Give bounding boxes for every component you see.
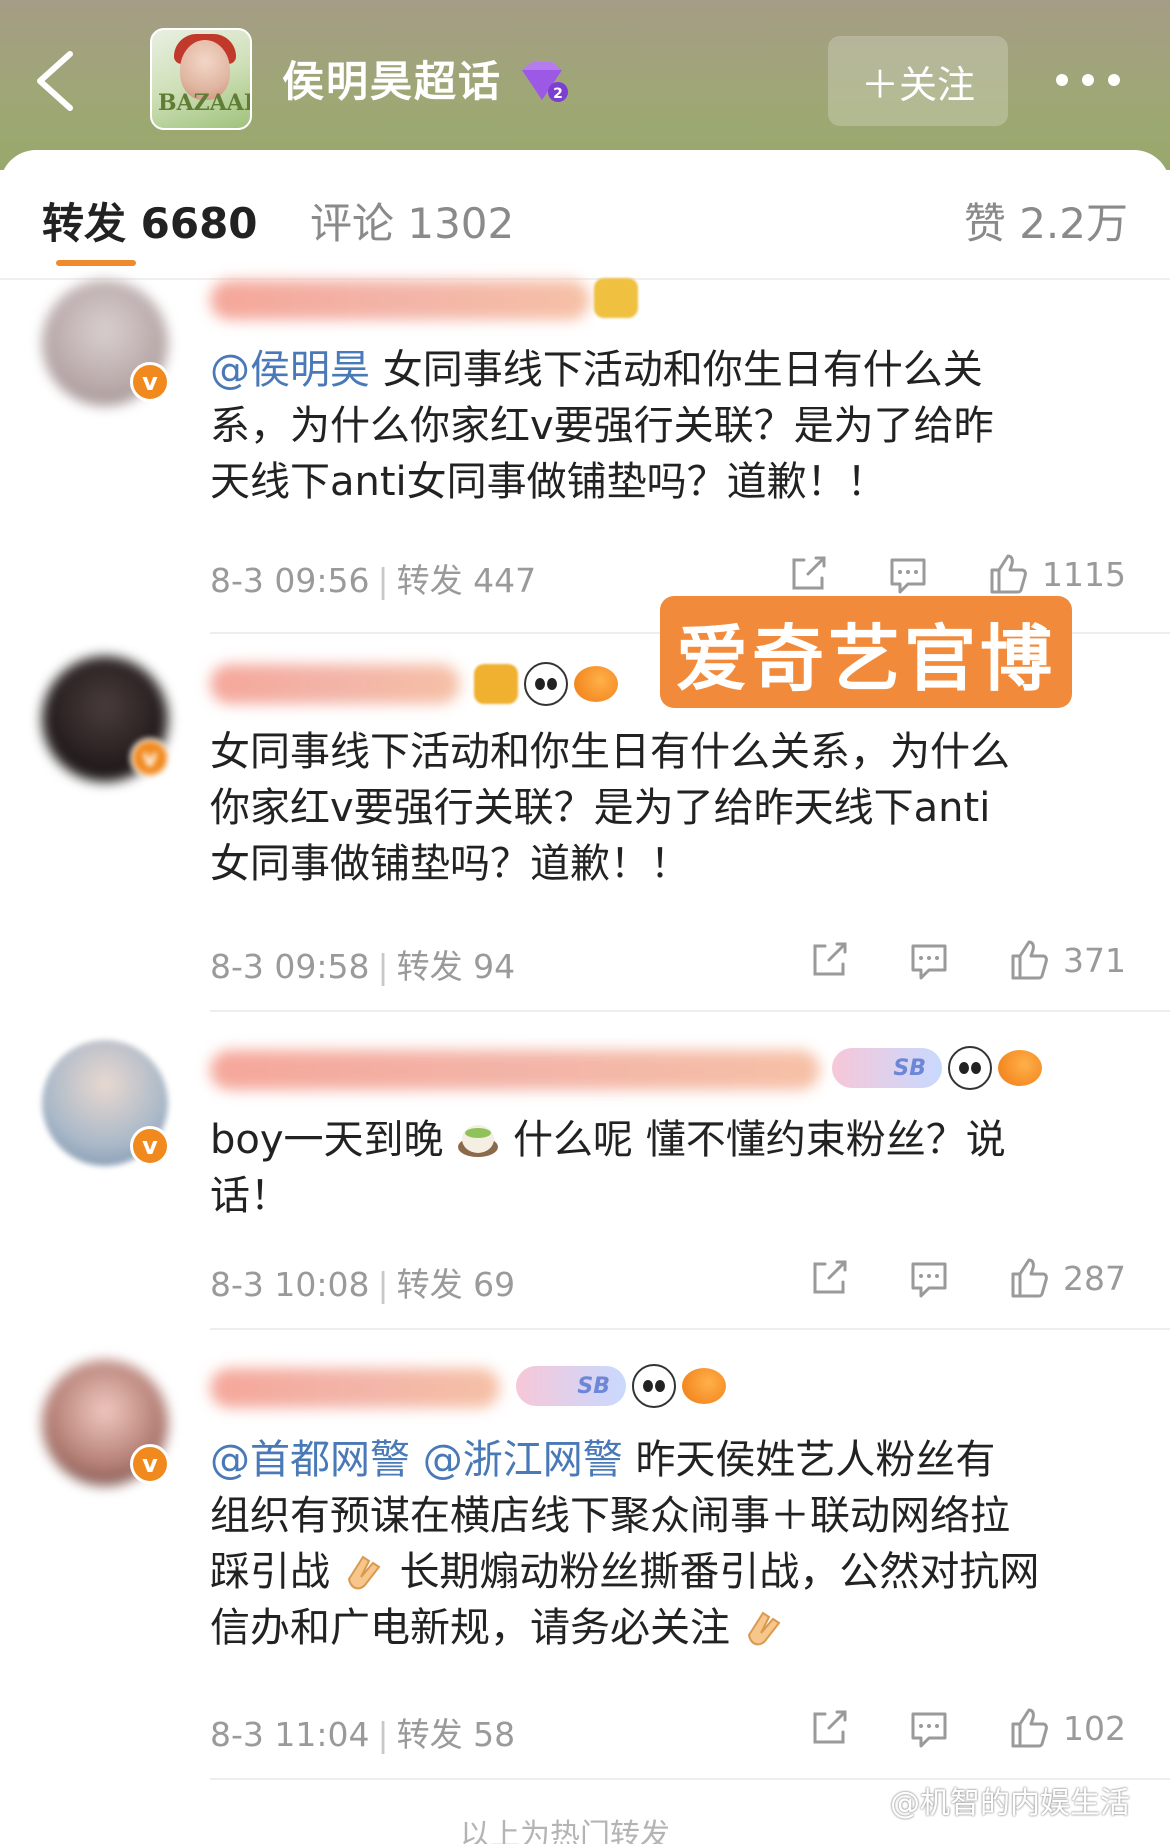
svg-text:2: 2 [553,86,563,102]
tab-like[interactable]: 赞 2.2万 [964,190,1128,251]
user-badges [474,662,618,706]
text-line: 你家红v要强行关联？是为了给昨天线下anti [210,785,991,831]
post-meta: 8-3 11:04 | 转发 58 [210,1715,516,1754]
verified-badge-icon: v [130,1126,170,1166]
repost-count: 转发 69 [396,1265,516,1304]
like-count: 371 [1063,940,1126,980]
text-line: 系，为什么你家红v要强行关联？是为了给昨 [210,403,994,449]
text-line: 长期煽动粉丝撕番引战，公然对抗网 [399,1549,1040,1595]
panda-emoji-icon [524,662,568,706]
username-blurred[interactable] [210,1368,500,1408]
comment-icon[interactable] [907,938,951,982]
share-icon[interactable] [807,938,851,982]
like-icon[interactable] [986,552,1030,596]
top-bar: BAZAAR 侯明昊超话 2 ＋关注 [0,0,1170,170]
verified-badge-icon: v [130,1444,170,1484]
timestamp: 8-3 11:04 [210,1715,370,1754]
verified-badge-icon: v [130,738,170,778]
tab-repost[interactable]: 转发 6680 [42,190,258,251]
verified-badge-icon: v [130,362,170,402]
divider [210,1010,1170,1012]
comment-icon[interactable] [886,552,930,596]
post-text: boy一天到晚 什么呢 懂不懂约束粉丝？说 话！ [210,1112,1130,1224]
timestamp: 8-3 09:58 [210,947,370,986]
clapping-emoji-icon [747,1611,781,1646]
share-icon[interactable] [807,1256,851,1300]
cover-magazine-text: BAZAAR [158,90,252,116]
repost-count: 转发 94 [396,947,516,986]
tea-emoji-icon [458,1125,499,1157]
divider [0,278,1170,280]
back-arrow-icon[interactable] [30,46,80,116]
level-diamond-icon: 2 [522,62,568,102]
timestamp: 8-3 10:08 [210,1265,370,1304]
mention-link[interactable]: @侯明昊 [210,347,370,393]
text-line: 女同事线下活动和你生日有什么关系，为什么 [210,729,1010,775]
watermark: @机智的内娱生活 [890,1786,1130,1821]
share-icon[interactable] [807,1706,851,1750]
timestamp: 8-3 09:56 [210,561,370,600]
username-blurred[interactable] [210,664,460,704]
active-tab-indicator [56,260,136,266]
mention-link[interactable]: @首都网警 [210,1437,410,1483]
text-line: 话！ [210,1173,290,1219]
user-badges [594,278,638,318]
footer-hint: 以上为热门转发 [460,1818,670,1844]
share-icon[interactable] [786,552,830,596]
sb-badge: SB [516,1366,626,1406]
post-actions: 1115 [730,552,1126,596]
text-line: 组织有预谋在横店线下聚众闹事＋联动网络拉 [210,1493,1010,1539]
member-badge-icon [474,664,518,704]
like-icon[interactable] [1007,938,1051,982]
fish-emoji-icon [998,1050,1042,1086]
topic-title: 侯明昊超话 [282,57,503,106]
like-count: 1115 [1042,554,1126,594]
text-line: 什么呢 懂不懂约束粉丝？说 [512,1117,1006,1163]
like-count: 287 [1063,1258,1126,1298]
text-line: 天线下anti女同事做铺垫吗？道歉！！ [210,459,887,505]
text-line: 踩引战 [210,1549,330,1595]
post-meta: 8-3 09:58 | 转发 94 [210,947,516,986]
clapping-emoji-icon [347,1555,381,1590]
post-actions: 287 [751,1256,1126,1300]
topic-cover-image[interactable]: BAZAAR [150,28,252,130]
username-blurred[interactable] [210,1050,820,1090]
user-badges: SB [516,1364,726,1408]
comment-icon[interactable] [907,1706,951,1750]
like-icon[interactable] [1007,1706,1051,1750]
username-blurred[interactable] [210,280,590,320]
panda-emoji-icon [948,1046,992,1090]
mention-link[interactable]: @浙江网警 [423,1437,623,1483]
member-badge-icon [594,278,638,318]
panda-emoji-icon [632,1364,676,1408]
post-text: @侯明昊 女同事线下活动和你生日有什么关 系，为什么你家红v要强行关联？是为了给… [210,342,1130,510]
follow-button[interactable]: ＋关注 [828,36,1008,126]
text-line: 女同事线下活动和你生日有什么关 [382,347,983,393]
divider [210,1328,1170,1330]
repost-count: 转发 58 [396,1715,516,1754]
post-actions: 102 [751,1706,1126,1750]
text-line: boy一天到晚 [210,1117,444,1163]
annotation-label: 爱奇艺官博 [660,596,1072,708]
fish-emoji-icon [682,1368,726,1404]
post-actions: 371 [751,938,1126,982]
sb-badge: SB [832,1048,942,1088]
text-line: 昨天侯姓艺人粉丝有 [635,1437,996,1483]
post-meta: 8-3 09:56 | 转发 447 [210,561,537,600]
text-line: 信办和广电新规，请务必关注 [210,1605,730,1651]
text-line: 女同事做铺垫吗？道歉！！ [210,841,690,887]
fish-emoji-icon [574,666,618,702]
more-options-icon[interactable] [1056,62,1156,98]
comment-icon[interactable] [907,1256,951,1300]
repost-count: 转发 447 [396,561,537,600]
post-text: 女同事线下活动和你生日有什么关系，为什么 你家红v要强行关联？是为了给昨天线下a… [210,724,1130,892]
post-text: @首都网警 @浙江网警 昨天侯姓艺人粉丝有 组织有预谋在横店线下聚众闹事＋联动网… [210,1432,1130,1656]
tab-bar: 转发 6680 评论 1302 赞 2.2万 [42,190,1128,260]
like-count: 102 [1063,1708,1126,1748]
user-badges: SB [832,1046,1042,1090]
like-icon[interactable] [1007,1256,1051,1300]
tab-comment[interactable]: 评论 1302 [310,190,514,251]
post-meta: 8-3 10:08 | 转发 69 [210,1265,516,1304]
